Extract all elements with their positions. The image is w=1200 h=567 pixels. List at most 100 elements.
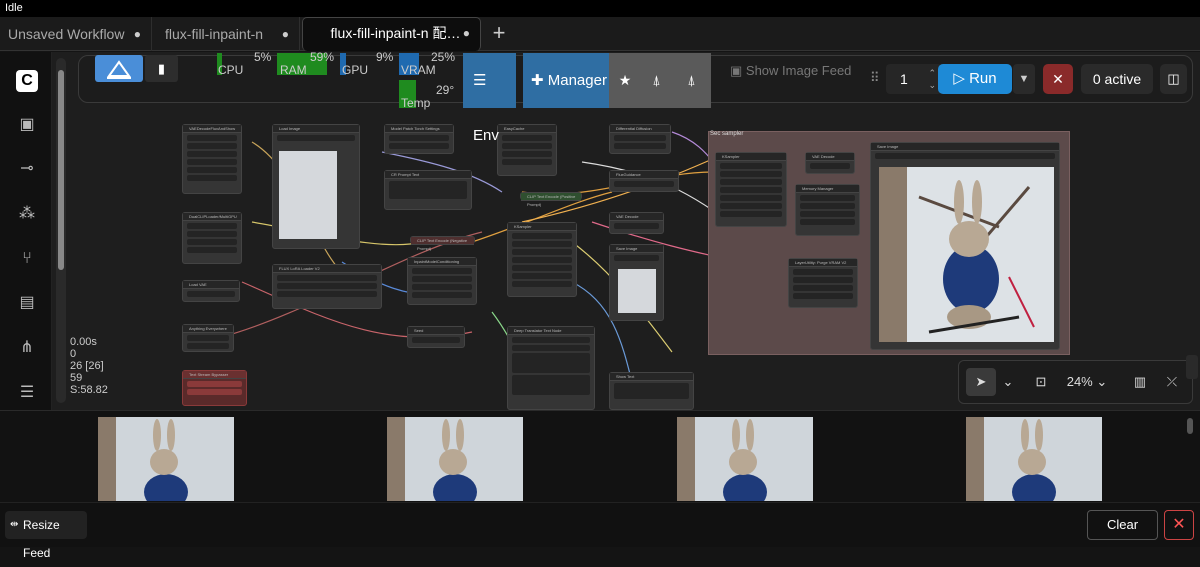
node-save-image-2[interactable]: Save Image [870,142,1060,350]
chevron-down-icon: ▼ [1018,73,1030,85]
template-icon[interactable]: ▤ [16,292,38,314]
translate-button[interactable]: ⍋ [641,53,672,108]
model-icon[interactable]: ⊸ [16,158,38,180]
node-clip-negative[interactable]: CLIP Text Encode (Negative Prompt) [410,236,475,251]
node-memory-manager[interactable]: Memory Manager [795,184,860,236]
rabbit-skier-illustration [98,417,234,501]
minimap-button[interactable]: ▥ [1126,368,1154,396]
node-library-icon[interactable]: ⁂ [16,203,38,225]
ram-value: 59% [310,50,335,64]
node-load-vae[interactable]: Load VAE [182,280,240,302]
node-purge-vram[interactable]: LayerUtility: Purge VRAM V2 [788,258,858,308]
workflow-icon[interactable]: ⑂ [16,248,38,270]
tree-icon[interactable]: ⋔ [16,337,38,359]
puzzle-icon: ✚ [531,72,548,89]
node-model-patch-torch[interactable]: Model Patch Torch Settings [384,124,454,154]
feed-thumbnail[interactable] [677,417,813,501]
tab-label: Unsaved Workflow [8,26,125,42]
queue-icon[interactable]: ☰ [16,382,38,404]
stats-line: 59 [70,372,83,384]
node-inpaint-model-conditioning[interactable]: InpaintModelConditioning [407,257,477,305]
node-ksampler-1[interactable]: KSampler [507,222,577,297]
queue-count-input[interactable]: 1 ⌃ ⌄ [886,64,942,94]
chevron-down-icon: ⌄ [1096,374,1108,389]
chevron-down-icon: ⌄ [1002,374,1014,389]
node-clip-positive[interactable]: CLIP Text Encode (Positive Prompt) [520,192,582,207]
node-vae-decode-2[interactable]: VAE Decode [805,152,855,174]
node-title: Text Stream Bypasser [183,371,246,379]
map-icon: ▥ [1133,374,1147,389]
feed-thumbnail[interactable] [98,417,234,501]
manager-button[interactable]: ✚ Manager [523,53,609,108]
tab-flux-fill-inpaint-1[interactable]: flux-fill-inpaint-n ● [157,17,300,51]
node-title: Model Patch Torch Settings [385,125,453,133]
run-button[interactable]: ▷ Run [938,64,1012,94]
stepper-down-icon[interactable]: ⌄ [928,70,936,100]
bookmark-button[interactable]: ▮ [145,55,178,82]
tab-flux-fill-inpaint-2[interactable]: flux-fill-inpaint-n 配… ● [302,17,481,51]
env-button[interactable]: ☰ Env [463,53,516,144]
toggle-panel-button[interactable]: ◫ [1160,64,1187,94]
play-icon: ▷ [953,70,970,87]
panel-icon: ◫ [1167,71,1180,86]
select-tool-button[interactable]: ➤ [966,368,996,396]
cpu-label: CPU [218,63,244,77]
node-save-image-1[interactable]: Save Image [609,244,664,321]
show-image-feed-button[interactable]: ▣ Show Image Feed [730,63,851,79]
window-status: Idle [0,0,1200,17]
node-title: KSampler [508,223,576,231]
comfy-logo-icon[interactable]: C [16,70,38,92]
close-icon: ✕ [1172,516,1186,533]
node-cr-prompt-text[interactable]: CR Prompt Text [384,170,472,210]
feed-thumbnail[interactable] [387,417,523,501]
star-button[interactable]: ★ [609,53,641,108]
node-deep-translator[interactable]: Deep Translator Text Node [507,326,595,410]
feed-thumbnail[interactable] [966,417,1102,501]
node-title: Show Text [610,373,693,381]
node-anything-everywhere[interactable]: Anything Everywhere [182,324,234,352]
rabbit-skier-illustration [387,417,523,501]
node-show-text[interactable]: Show Text [609,372,694,410]
feed-icon: ▣ [730,63,746,78]
node-seed[interactable]: Seed [407,326,465,348]
close-feed-button[interactable]: ✕ [1164,510,1194,540]
image-icon[interactable]: ▣ [16,114,38,136]
interrupt-button[interactable]: ✕ [1043,64,1073,94]
node-flux-guidance[interactable]: FluxGuidance [609,170,679,192]
zoom-control[interactable]: 24% ⌄ [1060,368,1114,396]
tab-bar: Unsaved Workflow ● flux-fill-inpaint-n ●… [0,17,1200,51]
node-vae-decode-flux[interactable]: VAEDecodeFluxAndShow [182,124,242,194]
node-easycache[interactable]: EasyCache [497,124,557,176]
resize-icon: ⇹ [10,519,19,530]
node-text-stream-bypasser[interactable]: Text Stream Bypasser [182,370,247,406]
canvas-scrollbar-thumb[interactable] [58,70,64,270]
node-differential-diffusion[interactable]: Differential Diffusion [609,124,671,154]
tool-dropdown[interactable]: ⌄ [998,368,1018,396]
fit-view-button[interactable]: ⊡ [1027,368,1055,396]
comfy-logo-button[interactable] [95,55,143,82]
node-flux-lora-loader[interactable]: FLUX LoRA Loader V2 [272,264,382,309]
node-title: DualCLIPLoader/MultiGPU [183,213,241,221]
active-queue-button[interactable]: 0 active [1081,64,1153,94]
show-feed-label: Show Image Feed [745,63,852,78]
tab-unsaved-workflow[interactable]: Unsaved Workflow ● [0,17,152,51]
link-off-icon: ⤫ [1166,374,1178,389]
clear-button[interactable]: Clear [1087,510,1158,540]
new-tab-button[interactable]: + [488,17,510,51]
close-icon: ✕ [1052,71,1064,87]
translate-alt-icon: ⍋ [687,72,696,88]
node-dual-clip-loader[interactable]: DualCLIPLoader/MultiGPU [182,212,242,264]
group-title: Sec sampler [710,131,744,137]
run-mode-dropdown[interactable]: ▼ [1013,64,1035,94]
node-ksampler-2[interactable]: KSampler [715,152,787,227]
node-title: Deep Translator Text Node [508,327,594,335]
drag-handle-icon[interactable]: ⠿ [870,70,880,86]
feed-footer [0,502,1200,547]
node-vae-decode-1[interactable]: VAE Decode [609,212,664,234]
feed-scrollbar[interactable] [1187,418,1193,434]
translate-alt-button[interactable]: ⍋ [672,53,711,108]
hide-links-button[interactable]: ⤫ [1158,368,1186,396]
node-load-image[interactable]: Load Image [272,124,360,249]
resize-feed-button[interactable]: ⇹ Resize Feed [5,511,87,560]
side-handle[interactable] [1186,355,1198,379]
